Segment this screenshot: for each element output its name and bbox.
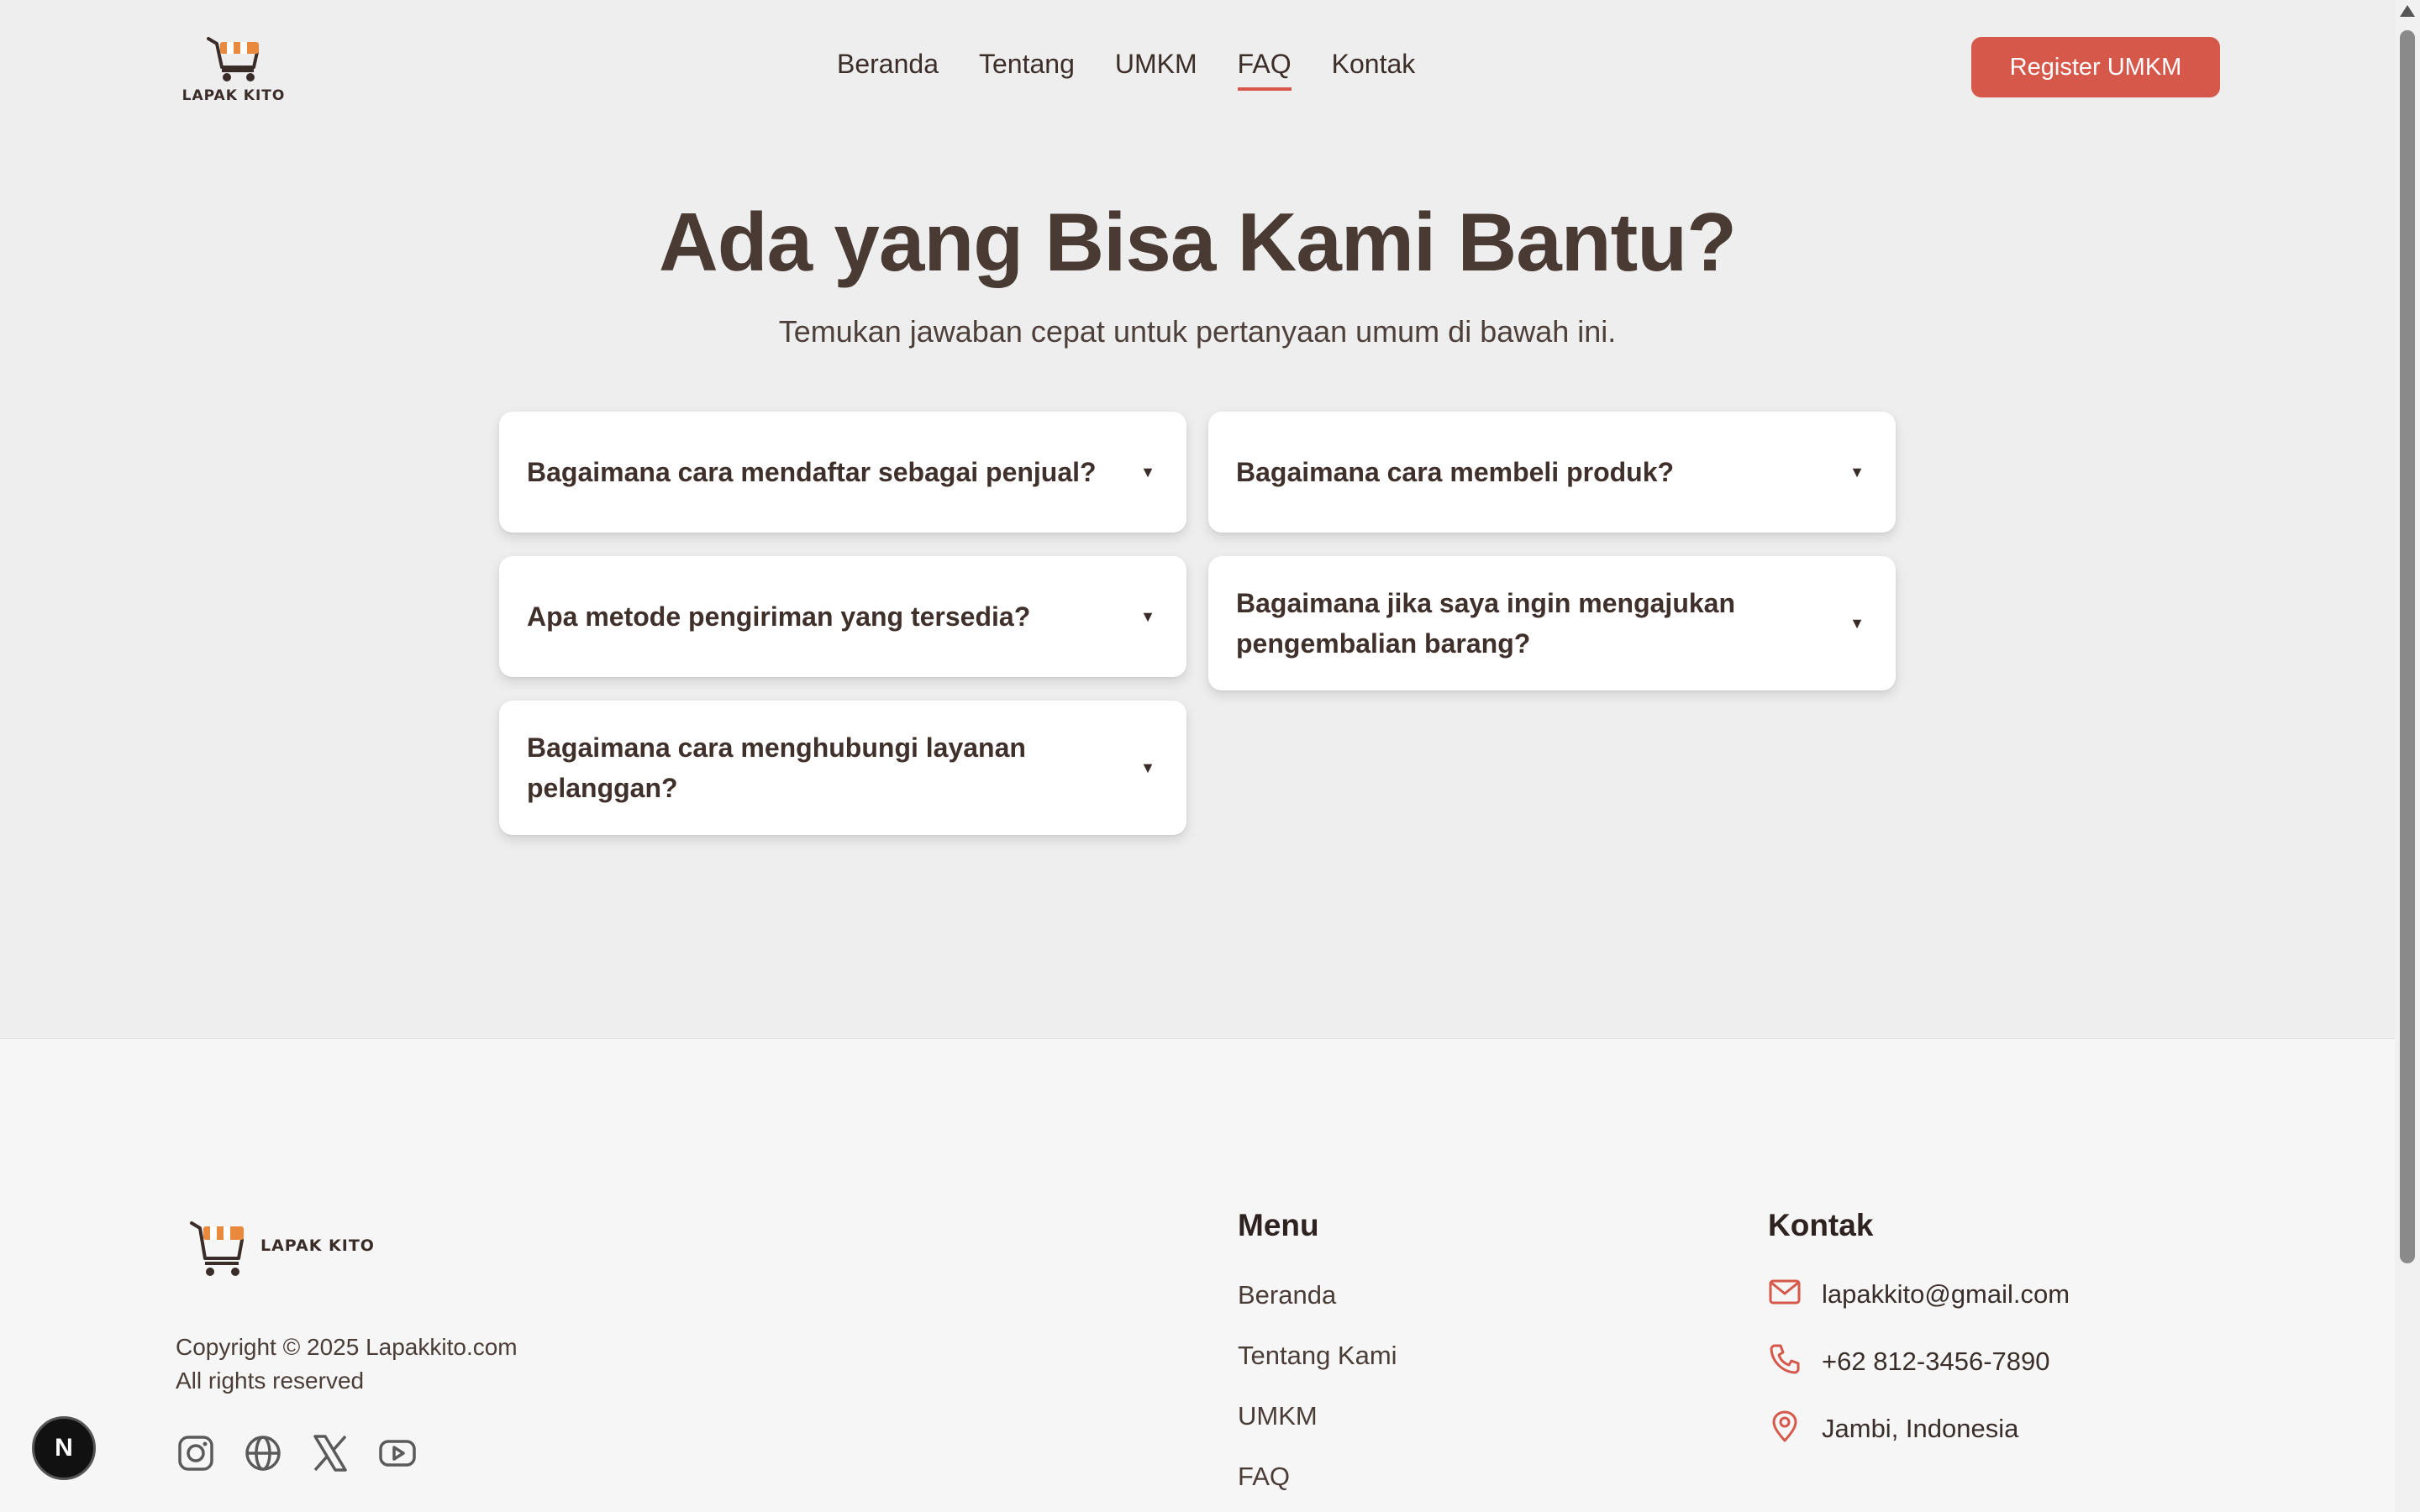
faq-question: Bagaimana cara menghubungi layanan pelan…: [527, 732, 1026, 803]
scrollbar[interactable]: [2395, 0, 2420, 1512]
footer-contact-heading: Kontak: [1768, 1208, 1874, 1242]
mail-icon: [1768, 1275, 1802, 1313]
logo[interactable]: LAPAK KITO: [180, 34, 287, 104]
footer-link-faq[interactable]: FAQ: [1238, 1462, 1290, 1492]
footer-link-beranda[interactable]: Beranda: [1238, 1280, 1336, 1310]
faq-item[interactable]: Apa metode pengiriman yang tersedia? ▼: [499, 556, 1186, 677]
nav-tentang[interactable]: Tentang: [979, 47, 1075, 91]
copyright-line: Copyright © 2025 Lapakkito.com: [176, 1334, 518, 1360]
map-pin-icon: [1768, 1410, 1802, 1447]
contact-email-text: lapakkito@gmail.com: [1822, 1278, 2070, 1309]
nav-beranda[interactable]: Beranda: [837, 47, 939, 91]
nav-faq[interactable]: FAQ: [1237, 47, 1292, 91]
contact-location[interactable]: Jambi, Indonesia: [1768, 1410, 2018, 1447]
x-icon[interactable]: [310, 1433, 350, 1473]
page: LAPAK KITO Beranda Tentang UMKM FAQ Kont…: [0, 0, 2395, 1512]
caret-down-icon: ▼: [1140, 463, 1155, 480]
caret-down-icon: ▼: [1849, 614, 1865, 632]
phone-icon: [1768, 1342, 1802, 1380]
nav-umkm[interactable]: UMKM: [1115, 47, 1197, 91]
globe-icon[interactable]: [243, 1433, 283, 1473]
caret-down-icon: ▼: [1140, 607, 1155, 625]
cart-logo-icon: [190, 1221, 244, 1276]
main-nav: Beranda Tentang UMKM FAQ Kontak: [837, 47, 1455, 91]
social-links: [176, 1433, 418, 1473]
footer-menu-heading: Menu: [1238, 1208, 1319, 1242]
page-title: Ada yang Bisa Kami Bantu?: [659, 196, 1737, 288]
faq-item[interactable]: Bagaimana cara mendaftar sebagai penjual…: [499, 412, 1186, 533]
faq-question: Apa metode pengiriman yang tersedia?: [527, 601, 1031, 632]
footer-logo-text: LAPAK KITO: [260, 1236, 375, 1255]
faq-question: Bagaimana cara membeli produk?: [1236, 457, 1675, 487]
faq-item[interactable]: Bagaimana cara membeli produk? ▼: [1208, 412, 1896, 533]
nav-kontak[interactable]: Kontak: [1332, 47, 1416, 91]
contact-phone[interactable]: +62 812-3456-7890: [1768, 1342, 2050, 1380]
dev-badge[interactable]: N: [32, 1416, 96, 1480]
rights-line: All rights reserved: [176, 1368, 365, 1394]
copyright: Copyright © 2025 Lapakkito.com All right…: [176, 1331, 518, 1398]
footer-link-umkm[interactable]: UMKM: [1238, 1401, 1318, 1431]
faq-question: Bagaimana cara mendaftar sebagai penjual…: [527, 457, 1097, 487]
scroll-thumb[interactable]: [2400, 30, 2415, 1263]
register-umkm-button[interactable]: Register UMKM: [1971, 37, 2220, 97]
caret-down-icon: ▼: [1140, 759, 1155, 776]
page-subtitle: Temukan jawaban cepat untuk pertanyaan u…: [778, 314, 1617, 349]
scroll-up-arrow-icon[interactable]: [2400, 5, 2415, 17]
faq-item[interactable]: Bagaimana cara menghubungi layanan pelan…: [499, 701, 1186, 835]
instagram-icon[interactable]: [176, 1433, 216, 1473]
contact-email[interactable]: lapakkito@gmail.com: [1768, 1275, 2070, 1313]
logo-text: LAPAK KITO: [182, 87, 286, 104]
youtube-icon[interactable]: [377, 1433, 418, 1473]
contact-phone-text: +62 812-3456-7890: [1822, 1346, 2050, 1376]
footer-link-tentang-kami[interactable]: Tentang Kami: [1238, 1341, 1397, 1371]
caret-down-icon: ▼: [1849, 463, 1865, 480]
faq-question: Bagaimana jika saya ingin mengajukan pen…: [1236, 588, 1735, 659]
cart-logo-icon: [207, 37, 259, 81]
footer-logo[interactable]: LAPAK KITO: [187, 1215, 376, 1280]
contact-location-text: Jambi, Indonesia: [1822, 1413, 2019, 1443]
faq-item[interactable]: Bagaimana jika saya ingin mengajukan pen…: [1208, 556, 1896, 690]
